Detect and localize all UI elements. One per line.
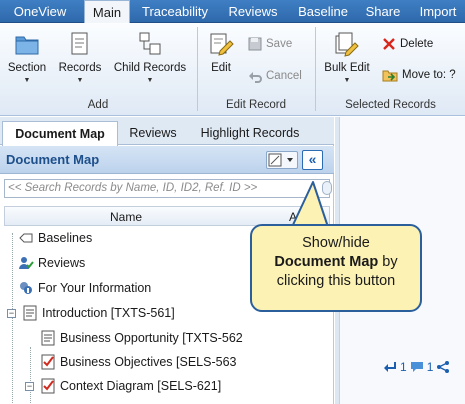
- view-options-dropdown[interactable]: [266, 151, 298, 169]
- tab-traceability[interactable]: Traceability: [133, 0, 217, 23]
- column-name[interactable]: Name: [110, 210, 142, 224]
- edit-record-group-label: Edit Record: [225, 99, 287, 111]
- chevron-down-icon: ▼: [76, 77, 84, 84]
- delete-icon: [383, 38, 395, 50]
- tree-item-context-diagram[interactable]: − Context Diagram [SELS-621]: [25, 375, 221, 397]
- ribbon-tab-bar: OneView Main Traceability Reviews Baseli…: [0, 0, 465, 25]
- collapse-document-map-button[interactable]: «: [302, 150, 323, 170]
- tree-item-label: Introduction [TXTS-561]: [42, 306, 175, 320]
- edit-button[interactable]: Edit: [204, 31, 238, 74]
- tree-item-label: Context Diagram [SELS-621]: [60, 379, 222, 393]
- bulk-edit-icon: [335, 32, 359, 57]
- delete-button[interactable]: Delete: [382, 37, 433, 51]
- chevron-down-icon: ▼: [343, 77, 351, 84]
- tree-item-label: Business Objectives [SELS-563: [60, 355, 237, 369]
- records-label: Records: [58, 62, 102, 74]
- ribbon-body: Section ▼ Records ▼ Child Records ▼ Add …: [0, 23, 465, 116]
- tooltip-callout: Show/hide Document Map by clicking this …: [250, 224, 422, 312]
- save-label: Save: [266, 38, 293, 50]
- tree-item-baselines[interactable]: Baselines: [18, 227, 92, 249]
- tree-item-label: Baselines: [38, 231, 93, 245]
- column-header: Name App: [4, 206, 330, 226]
- records-icon: [71, 32, 88, 55]
- child-records-button[interactable]: Child Records ▼: [110, 31, 190, 84]
- tree-item-label: Reviews: [38, 256, 86, 270]
- tab-baseline[interactable]: Baseline: [290, 0, 356, 23]
- collapse-toggle-icon[interactable]: −: [25, 381, 34, 391]
- callout-line-2: Document Map by: [252, 253, 420, 272]
- document-map-title: Document Map: [6, 152, 100, 167]
- chevron-down-icon: ▼: [146, 77, 154, 84]
- comments-count: 1: [426, 360, 434, 374]
- tab-oneview[interactable]: OneView: [4, 0, 76, 23]
- trace-link-icon: [384, 362, 396, 372]
- collapse-toggle-icon[interactable]: −: [7, 308, 16, 318]
- callout-emphasis: Document Map: [274, 254, 379, 270]
- child-records-icon: [139, 32, 161, 55]
- tree-item-label: Business Opportunity [TXTS-562: [60, 331, 243, 345]
- document-icon: [23, 305, 37, 321]
- reviews-icon: [19, 257, 34, 269]
- selected-records-group-label: Selected Records: [345, 99, 436, 111]
- delete-label: Delete: [400, 38, 434, 50]
- edit-label: Edit: [211, 62, 231, 74]
- add-group-label: Add: [87, 99, 109, 111]
- comment-icon: [410, 362, 423, 372]
- move-folder-icon: [382, 70, 398, 82]
- tree-item-label: For Your Information: [38, 281, 152, 295]
- bulk-edit-label: Bulk Edit: [324, 62, 370, 74]
- requirement-icon: [41, 354, 55, 370]
- tab-highlight-records[interactable]: Highlight Records: [190, 123, 310, 145]
- callout-line-3: clicking this button: [276, 273, 396, 289]
- tree-item-business-objectives[interactable]: Business Objectives [SELS-563: [40, 351, 236, 373]
- folder-icon: [15, 36, 39, 55]
- share-icon[interactable]: [436, 361, 450, 373]
- search-clear-icon[interactable]: [322, 181, 332, 195]
- document-map-header: Document Map «: [0, 146, 334, 174]
- fyi-icon: [20, 282, 32, 294]
- move-to-button[interactable]: Move to: ?: [382, 67, 456, 83]
- panel-tab-bar: Document Map Reviews Highlight Records: [0, 117, 334, 146]
- move-to-label: Move to: ?: [402, 69, 456, 81]
- undo-icon: [249, 72, 262, 83]
- view-options-icon: [268, 153, 293, 167]
- callout-line-2-rest: by: [378, 254, 398, 270]
- save-icon: [248, 37, 262, 51]
- cancel-label: Cancel: [266, 70, 302, 82]
- tab-reviews[interactable]: Reviews: [222, 0, 284, 23]
- tree-item-fyi[interactable]: For Your Information: [18, 277, 151, 299]
- links-count: 1: [400, 360, 407, 374]
- baseline-icon: [19, 233, 33, 243]
- column-app[interactable]: App: [289, 210, 310, 224]
- tree-item-introduction[interactable]: − Introduction [TXTS-561]: [7, 302, 175, 324]
- tab-document-map[interactable]: Document Map: [2, 121, 118, 146]
- record-metrics: 1 1: [383, 360, 450, 374]
- chevron-down-icon: ▼: [23, 77, 31, 84]
- save-button[interactable]: Save: [248, 37, 292, 51]
- section-label: Section: [7, 62, 47, 74]
- callout-line-1: Show/hide: [302, 235, 370, 251]
- section-button[interactable]: Section ▼: [4, 31, 50, 84]
- records-button[interactable]: Records ▼: [56, 31, 104, 84]
- tab-reviews-panel[interactable]: Reviews: [120, 123, 186, 145]
- child-records-label: Child Records: [113, 62, 187, 74]
- edit-icon: [210, 33, 234, 56]
- tab-import[interactable]: Import: [412, 0, 464, 23]
- tab-main[interactable]: Main: [84, 0, 130, 25]
- cancel-button[interactable]: Cancel: [248, 69, 302, 83]
- document-icon: [41, 330, 55, 346]
- tree-item-business-opportunity[interactable]: Business Opportunity [TXTS-562: [40, 327, 243, 349]
- tab-share[interactable]: Share: [360, 0, 406, 23]
- tree-item-reviews[interactable]: Reviews: [18, 252, 85, 274]
- requirement-icon: [41, 378, 55, 394]
- search-input[interactable]: << Search Records by Name, ID, ID2, Ref.…: [4, 179, 330, 198]
- bulk-edit-button[interactable]: Bulk Edit ▼: [320, 31, 374, 84]
